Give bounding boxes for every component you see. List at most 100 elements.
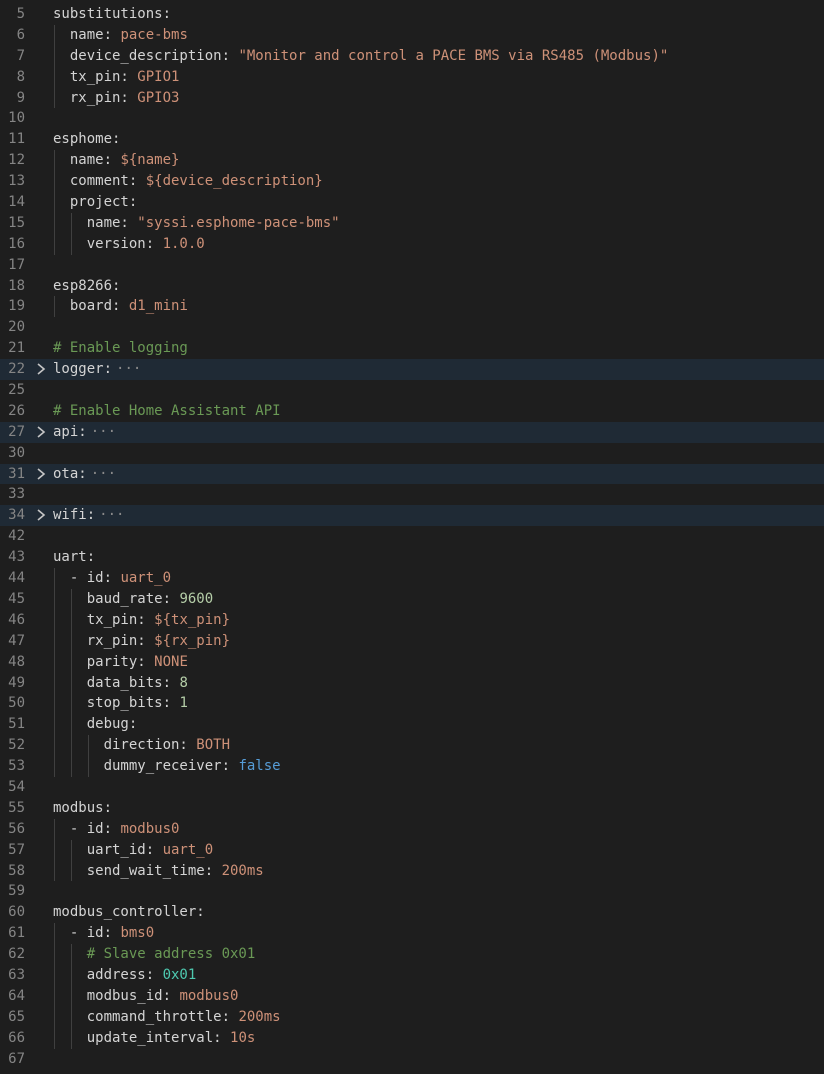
line-number: 20 (8, 319, 25, 336)
chevron-right-icon[interactable] (34, 505, 48, 526)
code-line[interactable]: 18 esp8266: (0, 276, 824, 297)
yaml-key: debug: (86, 716, 138, 733)
line-number: 63 (8, 966, 25, 983)
indent-guide (54, 714, 55, 736)
code-line[interactable]: 66 update_interval: 10s (0, 1027, 824, 1049)
yaml-key: modbus_controller: (53, 904, 205, 921)
code-line[interactable]: 5 substitutions: (0, 4, 824, 25)
indent-guide (87, 756, 89, 777)
yaml-key: uart_id: (86, 841, 163, 858)
code-line[interactable]: 62 # Slave address 0x01 (0, 944, 824, 965)
yaml-key: device_description: (69, 47, 239, 64)
code-line[interactable]: 44 - id: uart_0 (0, 568, 824, 589)
folded-ellipsis: ··· (90, 465, 117, 482)
code-line[interactable]: 30 (0, 443, 824, 464)
code-line[interactable]: 16 version: 1.0.0 (0, 233, 824, 255)
indent-guide (70, 839, 72, 861)
line-number: 30 (8, 444, 25, 461)
yaml-key: send_wait_time: (86, 862, 222, 879)
line-number: 16 (8, 235, 25, 252)
code-line[interactable]: 21 # Enable logging (0, 338, 824, 359)
code-line[interactable]: 10 (0, 108, 824, 129)
code-line[interactable]: 53 dummy_receiver: false (0, 756, 824, 777)
code-text: modbus: (53, 798, 112, 819)
line-number: 22 (8, 361, 25, 378)
code-line[interactable]: 49 data_bits: 8 (0, 672, 824, 694)
code-text: project: (70, 192, 137, 213)
code-line[interactable]: 14 project: (0, 192, 824, 213)
code-editor[interactable]: 5 substitutions: 6 name: pace-bms 7 device_de… (0, 0, 824, 1074)
line-number: 9 (16, 89, 25, 106)
code-line[interactable]: 8 tx_pin: GPIO1 (0, 66, 824, 88)
code-text: direction: BOTH (104, 735, 230, 756)
code-line[interactable]: 42 (0, 526, 824, 547)
code-line[interactable]: 58 send_wait_time: 200ms (0, 860, 824, 882)
code-text: - id: bms0 (70, 923, 154, 944)
indent-guide (54, 87, 55, 109)
code-line[interactable]: 67 (0, 1049, 824, 1070)
code-line[interactable]: 45 baud_rate: 9600 (0, 588, 824, 610)
indent-guide (70, 985, 72, 1007)
code-line[interactable]: 43 uart: (0, 547, 824, 568)
code-text: esp8266: (53, 276, 120, 297)
chevron-right-icon[interactable] (34, 422, 48, 443)
code-text: - id: modbus0 (70, 819, 180, 840)
code-line[interactable]: 48 parity: NONE (0, 651, 824, 673)
code-line[interactable]: 11 esphome: (0, 129, 824, 150)
code-line[interactable]: 59 (0, 881, 824, 902)
code-line[interactable]: 56 - id: modbus0 (0, 818, 824, 840)
code-line[interactable]: 19 board: d1_mini (0, 296, 824, 318)
line-number: 53 (8, 758, 25, 775)
code-line[interactable]: 64 modbus_id: modbus0 (0, 985, 824, 1007)
yaml-value: 8 (179, 674, 188, 691)
indent-guide (70, 212, 72, 234)
code-line[interactable]: 52 direction: BOTH (0, 735, 824, 757)
code-line[interactable]: 20 (0, 317, 824, 338)
indent-guide (54, 672, 55, 694)
code-line[interactable]: 15 name: "syssi.esphome-pace-bms" (0, 212, 824, 234)
yaml-key: address: (86, 966, 163, 983)
code-line[interactable]: 7 device_description: "Monitor and contro… (0, 45, 824, 67)
code-line[interactable]: 55 modbus: (0, 798, 824, 819)
code-line[interactable]: 57 uart_id: uart_0 (0, 839, 824, 861)
line-number: 51 (8, 716, 25, 733)
code-line[interactable]: 54 (0, 777, 824, 798)
yaml-value: ${tx_pin} (154, 611, 231, 628)
code-line[interactable]: 27 api: ··· (0, 421, 824, 443)
chevron-right-icon[interactable] (34, 359, 48, 380)
code-line[interactable]: 63 address: 0x01 (0, 964, 824, 986)
code-line[interactable]: 60 modbus_controller: (0, 902, 824, 923)
code-line[interactable]: 26 # Enable Home Assistant API (0, 401, 824, 422)
yaml-key: esphome: (53, 131, 121, 148)
code-line[interactable]: 61 - id: bms0 (0, 923, 824, 945)
code-text: tx_pin: GPIO1 (70, 67, 180, 88)
code-line[interactable]: 50 stop_bits: 1 (0, 693, 824, 715)
yaml-value: d1_mini (128, 298, 188, 315)
code-line[interactable]: 12 name: ${name} (0, 150, 824, 172)
code-line[interactable]: 33 (0, 484, 824, 505)
indent-guide (54, 1006, 55, 1028)
code-line[interactable]: 13 comment: ${device_description} (0, 171, 824, 193)
code-line[interactable]: 31 ota: ··· (0, 463, 824, 485)
code-line[interactable]: 51 debug: (0, 714, 824, 736)
code-line[interactable]: 6 name: pace-bms (0, 24, 824, 46)
code-line[interactable]: 34 wifi: ··· (0, 505, 824, 527)
code-line[interactable]: 46 tx_pin: ${tx_pin} (0, 609, 824, 631)
indent-guide (70, 588, 72, 610)
code-text: substitutions: (53, 4, 171, 25)
code-line[interactable]: 17 (0, 255, 824, 276)
chevron-right-icon[interactable] (34, 464, 48, 485)
code-line[interactable]: 25 (0, 380, 824, 401)
code-line[interactable]: 65 command_throttle: 200ms (0, 1006, 824, 1028)
yaml-value: 1 (179, 695, 188, 712)
line-number: 31 (8, 465, 25, 482)
yaml-key: substitutions: (53, 6, 172, 22)
line-number: 25 (8, 382, 25, 399)
yaml-value: bms0 (120, 925, 155, 942)
yaml-value: 9600 (179, 590, 214, 607)
code-line[interactable]: 22 logger: ··· (0, 359, 824, 381)
code-line[interactable]: 9 rx_pin: GPIO3 (0, 87, 824, 109)
indent-guide (54, 651, 55, 673)
line-number: 52 (8, 737, 25, 754)
code-line[interactable]: 47 rx_pin: ${rx_pin} (0, 630, 824, 652)
